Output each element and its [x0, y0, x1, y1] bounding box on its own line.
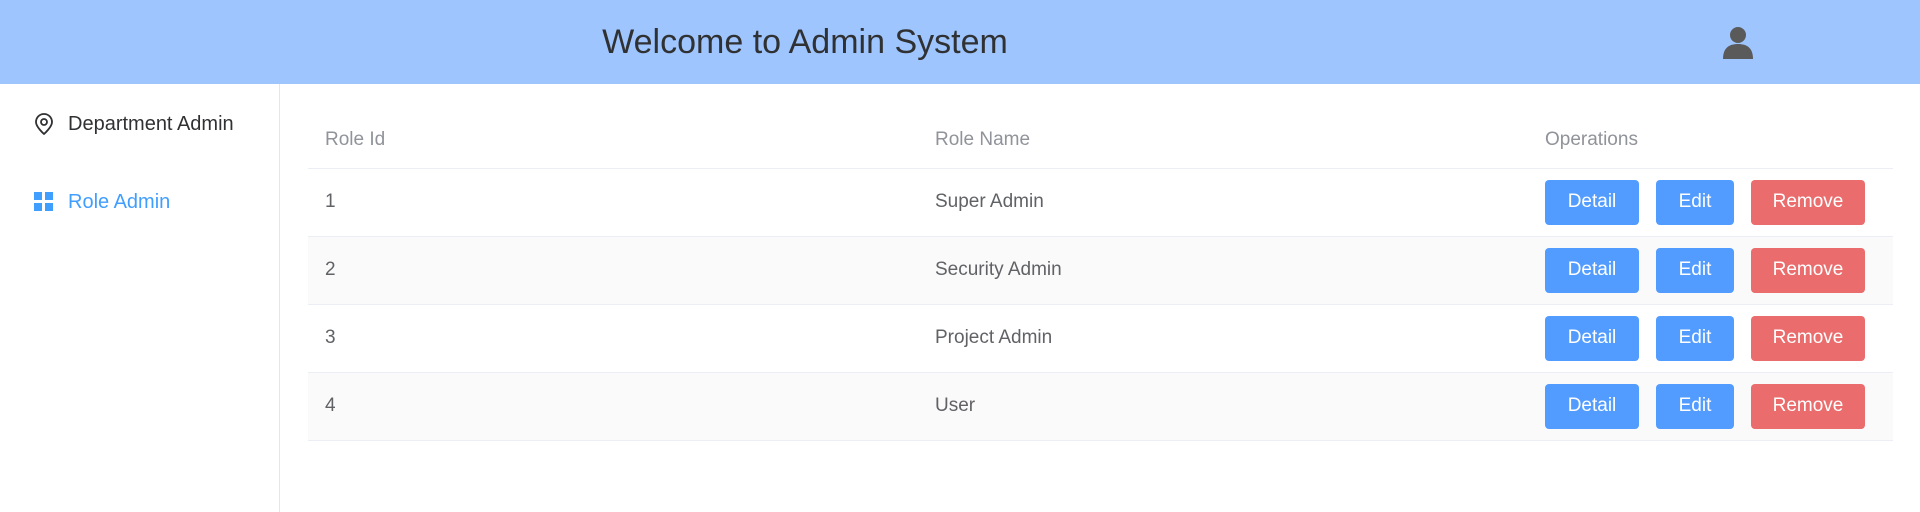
edit-button[interactable]: Edit	[1656, 383, 1734, 429]
sidebar: Department Admin Role Admin	[0, 84, 280, 512]
detail-button[interactable]: Detail	[1545, 383, 1639, 429]
grid-icon	[32, 190, 56, 214]
table-row: 3 Project Admin Detail Edit Remove	[308, 304, 1893, 373]
detail-button[interactable]: Detail	[1545, 315, 1639, 361]
operations-cell: Detail Edit Remove	[1528, 372, 1893, 441]
role-name-cell: Project Admin	[918, 304, 1528, 373]
edit-button[interactable]: Edit	[1656, 315, 1734, 361]
sidebar-item-label: Role Admin	[68, 190, 171, 213]
table-header-row: Role Id Role Name Operations	[308, 112, 1893, 169]
column-header-role-id: Role Id	[308, 112, 918, 169]
remove-button[interactable]: Remove	[1751, 179, 1865, 225]
role-id-cell: 4	[308, 372, 918, 441]
remove-button[interactable]: Remove	[1751, 247, 1865, 293]
role-name-cell: Super Admin	[918, 168, 1528, 237]
detail-button[interactable]: Detail	[1545, 179, 1639, 225]
table-row: 2 Security Admin Detail Edit Remove	[308, 236, 1893, 305]
edit-button[interactable]: Edit	[1656, 179, 1734, 225]
detail-button[interactable]: Detail	[1545, 247, 1639, 293]
roles-table: Role Id Role Name Operations 1 Super Adm…	[308, 112, 1893, 441]
page-title: Welcome to Admin System	[602, 23, 1008, 61]
role-name-cell: Security Admin	[918, 236, 1528, 305]
remove-button[interactable]: Remove	[1751, 315, 1865, 361]
edit-button[interactable]: Edit	[1656, 247, 1734, 293]
column-header-role-name: Role Name	[918, 112, 1528, 169]
operations-cell: Detail Edit Remove	[1528, 168, 1893, 237]
role-id-cell: 1	[308, 168, 918, 237]
sidebar-item-department-admin[interactable]: Department Admin	[0, 96, 279, 152]
location-pin-icon	[32, 112, 56, 136]
sidebar-item-role-admin[interactable]: Role Admin	[0, 174, 279, 230]
operations-cell: Detail Edit Remove	[1528, 304, 1893, 373]
sidebar-item-label: Department Admin	[68, 112, 234, 135]
operations-cell: Detail Edit Remove	[1528, 236, 1893, 305]
remove-button[interactable]: Remove	[1751, 383, 1865, 429]
table-row: 4 User Detail Edit Remove	[308, 372, 1893, 441]
table-row: 1 Super Admin Detail Edit Remove	[308, 168, 1893, 237]
top-header: Welcome to Admin System	[0, 0, 1920, 84]
main-content: Role Id Role Name Operations 1 Super Adm…	[308, 112, 1893, 441]
user-icon[interactable]	[1722, 26, 1754, 60]
role-name-cell: User	[918, 372, 1528, 441]
column-header-operations: Operations	[1528, 112, 1893, 169]
role-id-cell: 2	[308, 236, 918, 305]
role-id-cell: 3	[308, 304, 918, 373]
